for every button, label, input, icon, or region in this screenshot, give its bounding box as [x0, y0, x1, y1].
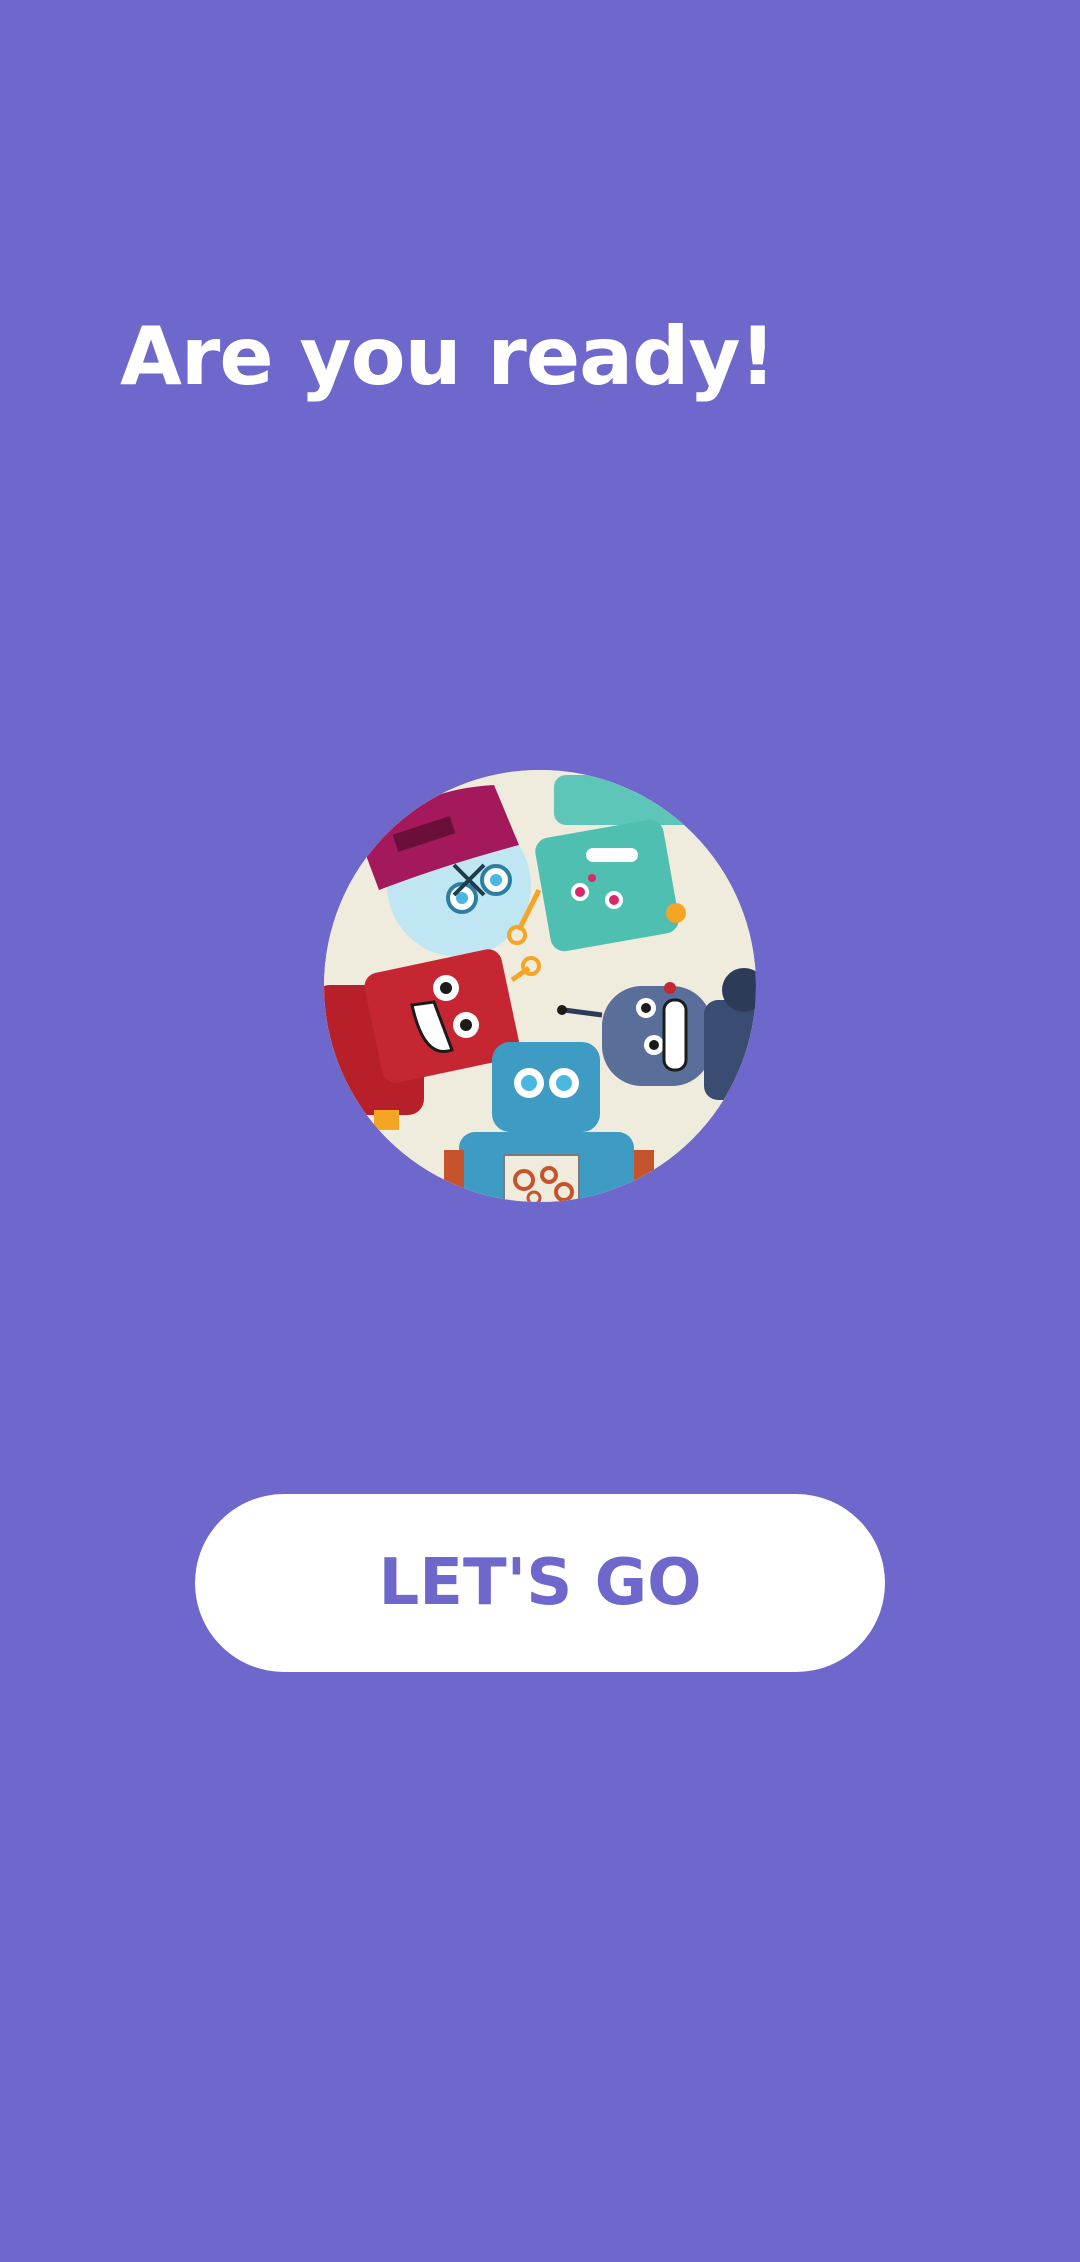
- robots-illustration-svg: [324, 770, 756, 1202]
- page-title: Are you ready!: [120, 310, 776, 403]
- lets-go-button[interactable]: LET'S GO: [195, 1494, 885, 1672]
- robots-illustration: [324, 770, 756, 1202]
